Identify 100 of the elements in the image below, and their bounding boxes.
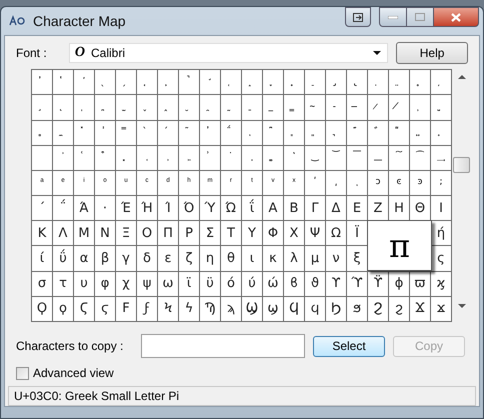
character-cell[interactable]: ͩ (158, 170, 178, 196)
character-cell[interactable]: θ (221, 246, 241, 271)
character-cell[interactable]: ϩ (389, 296, 409, 321)
character-cell[interactable]: ͽ (410, 170, 430, 196)
character-cell[interactable]: ϔ (368, 272, 388, 296)
character-cell[interactable]: ̦ (431, 70, 451, 94)
character-cell[interactable]: Ο (137, 221, 157, 246)
character-cell[interactable]: Ξ (116, 221, 136, 246)
character-cell[interactable]: ̘ (137, 70, 157, 94)
character-cell[interactable]: ; (431, 170, 451, 196)
character-cell[interactable]: ̿ (116, 120, 136, 145)
character-cell[interactable]: ͖ (179, 146, 199, 170)
character-cell[interactable]: ͗ (200, 146, 220, 170)
character-cell[interactable]: ̶ (347, 95, 367, 120)
character-cell[interactable]: ϗ (431, 272, 451, 296)
character-cell[interactable]: β (95, 246, 115, 271)
character-cell[interactable]: ς (431, 246, 451, 271)
character-cell[interactable]: ̠ (305, 70, 325, 94)
character-cell[interactable]: η (200, 246, 220, 271)
character-cell[interactable]: ͦ (95, 170, 115, 196)
character-cell[interactable]: ϑ (305, 272, 325, 296)
character-cell[interactable]: ͥ (74, 170, 94, 196)
character-cell[interactable]: ͆ (263, 120, 283, 145)
character-cell[interactable]: ΄ (32, 196, 52, 220)
character-cell[interactable]: ̳ (284, 95, 304, 120)
character-cell[interactable]: ψ (137, 272, 157, 296)
advanced-view-checkbox[interactable] (16, 366, 29, 380)
character-cell[interactable]: ̓ (32, 70, 52, 94)
character-cell[interactable]: ͘ (221, 146, 241, 170)
character-cell[interactable]: Ν (95, 221, 115, 246)
character-cell[interactable]: Μ (74, 221, 94, 246)
character-cell[interactable]: φ (95, 272, 115, 296)
character-cell[interactable]: ͇ (284, 120, 304, 145)
character-cell[interactable]: ͫ (200, 170, 220, 196)
character-cell[interactable]: Ϫ (410, 296, 430, 321)
character-cell[interactable]: ̙ (158, 70, 178, 94)
character-cell[interactable]: ϖ (410, 272, 430, 296)
character-cell[interactable]: · (95, 196, 115, 220)
character-cell[interactable]: ͐ (53, 146, 73, 170)
character-cell[interactable]: ϫ (431, 296, 451, 321)
character-cell[interactable]: ̼ (53, 120, 73, 145)
character-cell[interactable]: ͬ (221, 170, 241, 196)
character-cell[interactable]: ͼ (389, 170, 409, 196)
character-cell[interactable]: Ϙ (32, 296, 52, 321)
character-cell[interactable]: ϣ (263, 296, 283, 321)
character-cell[interactable]: ̩ (74, 95, 94, 120)
character-cell[interactable]: ͣ (32, 170, 52, 196)
character-cell[interactable]: Ρ (179, 221, 199, 246)
select-button[interactable]: Select (313, 336, 385, 356)
character-cell[interactable]: Έ (116, 196, 136, 220)
character-cell[interactable]: ̽ (74, 120, 94, 145)
character-cell[interactable]: ̔ (53, 70, 73, 94)
character-cell[interactable]: τ (53, 272, 73, 296)
character-cell[interactable]: Ί (158, 196, 178, 220)
character-cell[interactable]: ͡ (410, 146, 430, 170)
font-dropdown[interactable]: O Calibri (68, 42, 388, 63)
character-cell[interactable]: ̝ (242, 70, 262, 94)
character-cell[interactable]: ̥ (410, 70, 430, 94)
character-cell[interactable]: Ϥ (284, 296, 304, 321)
character-cell[interactable]: Υ (242, 221, 262, 246)
character-cell[interactable]: κ (263, 246, 283, 271)
character-cell[interactable]: Α (263, 196, 283, 220)
character-cell[interactable]: ή (431, 221, 451, 246)
character-cell[interactable]: ͠ (389, 146, 409, 170)
character-cell[interactable]: ͚ (263, 146, 283, 170)
character-cell[interactable]: ̀ (137, 120, 157, 145)
character-cell[interactable]: ͪ (179, 170, 199, 196)
character-cell[interactable]: Ϩ (368, 296, 388, 321)
character-cell[interactable]: ʹ (305, 170, 325, 196)
character-cell[interactable]: ̺ (431, 95, 451, 120)
character-cell[interactable]: ͮ (263, 170, 283, 196)
character-cell[interactable]: Γ (305, 196, 325, 220)
character-cell[interactable]: ̤ (389, 70, 409, 94)
scroll-down-icon[interactable] (458, 304, 466, 308)
character-cell[interactable]: ̲ (263, 95, 283, 120)
character-cell[interactable]: Η (389, 196, 409, 220)
character-cell[interactable]: Λ (53, 221, 73, 246)
character-cell[interactable]: Ό (179, 196, 199, 220)
character-cell[interactable]: ̱ (242, 95, 262, 120)
character-cell[interactable]: Ή (137, 196, 157, 220)
character-cell[interactable]: ̣ (368, 70, 388, 94)
character-cell[interactable]: ͝ (326, 146, 346, 170)
character-cell[interactable]: ̕ (74, 70, 94, 94)
character-cell[interactable]: ́ (158, 120, 178, 145)
character-cell[interactable]: ̈́ (221, 120, 241, 145)
character-cell[interactable]: Ι (431, 196, 451, 220)
character-cell[interactable]: ͒ (95, 146, 115, 170)
character-cell[interactable]: ϋ (200, 272, 220, 296)
character-cell[interactable]: ̧ (32, 95, 52, 120)
character-cell[interactable]: Π (158, 221, 178, 246)
character-cell[interactable]: ̭ (158, 95, 178, 120)
character-cell[interactable]: ̟ (284, 70, 304, 94)
character-cell[interactable]: Σ (200, 221, 220, 246)
character-cell[interactable]: ͓ (116, 146, 136, 170)
character-cell[interactable]: ϟ (179, 296, 199, 321)
character-cell[interactable]: ̜ (221, 70, 241, 94)
character-cell[interactable]: Ψ (305, 221, 325, 246)
character-cell[interactable]: ̢ (347, 70, 367, 94)
character-cell[interactable]: ϊ (179, 272, 199, 296)
scroll-up-icon[interactable] (458, 75, 466, 80)
